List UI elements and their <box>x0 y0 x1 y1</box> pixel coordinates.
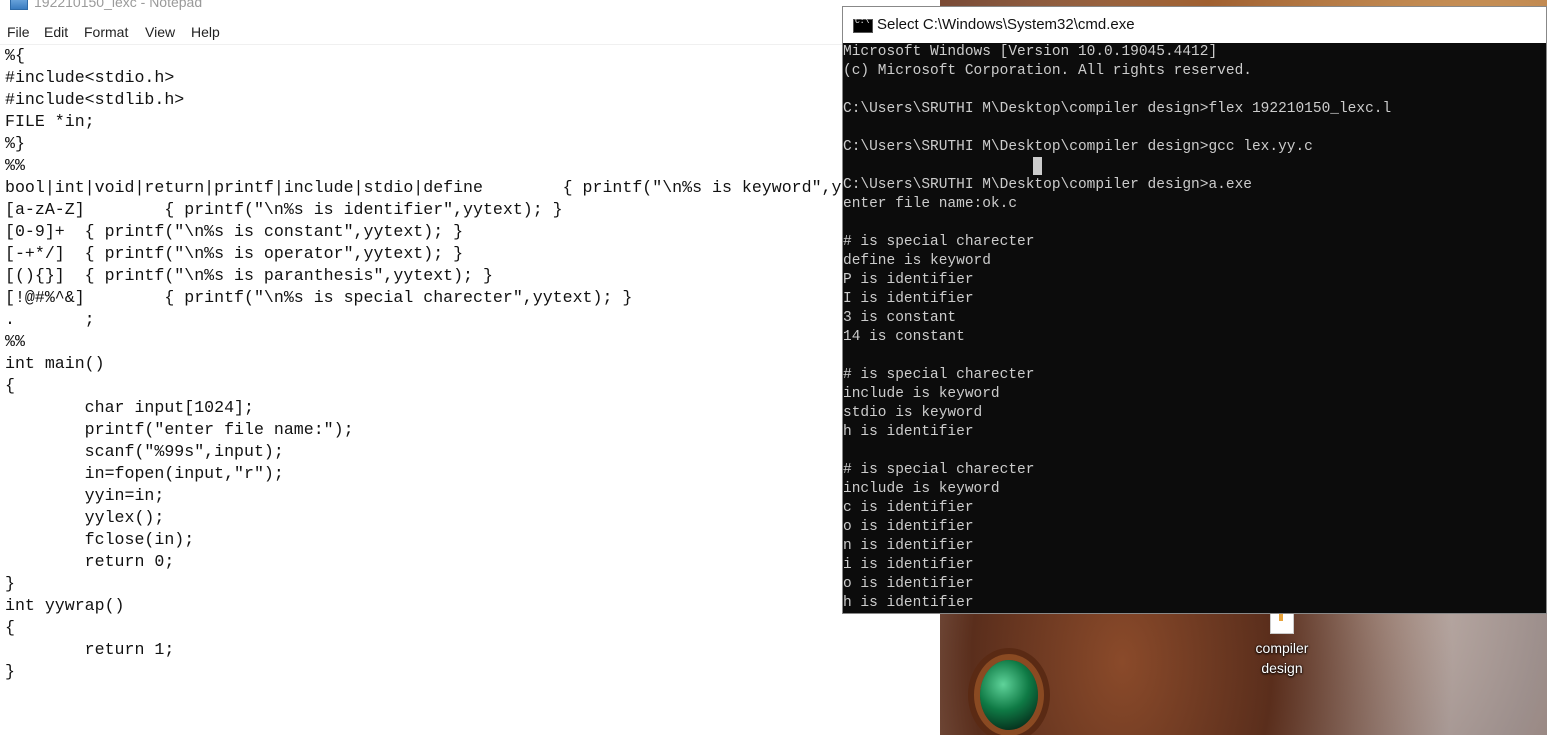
text-cursor <box>1033 157 1042 175</box>
minimize-icon[interactable]: — <box>806 0 820 4</box>
desktop-icon-label: compiler design <box>1255 640 1309 676</box>
menu-file[interactable]: File <box>7 24 30 40</box>
cmd-console-output[interactable]: Microsoft Windows [Version 10.0.19045.44… <box>843 43 1391 613</box>
menu-view[interactable]: View <box>145 24 175 40</box>
desktop-icon-compiler-design[interactable]: compiler design <box>1246 608 1318 678</box>
notepad-title-bar[interactable]: 192210150_lexc - Notepad — <box>0 0 940 12</box>
menu-format[interactable]: Format <box>84 24 128 40</box>
cmd-title-bar[interactable]: Select C:\Windows\System32\cmd.exe <box>843 7 1546 43</box>
wallpaper-gem-decoration <box>980 660 1038 730</box>
notepad-text-editor[interactable]: %{ #include<stdio.h> #include<stdlib.h> … <box>5 45 841 683</box>
notepad-title: 192210150_lexc - Notepad <box>34 0 203 10</box>
menu-edit[interactable]: Edit <box>44 24 68 40</box>
cmd-window[interactable]: Select C:\Windows\System32\cmd.exe Micro… <box>842 6 1547 614</box>
cmd-app-icon <box>853 17 873 33</box>
menu-help[interactable]: Help <box>191 24 220 40</box>
notepad-window[interactable]: 192210150_lexc - Notepad — File Edit For… <box>0 0 940 735</box>
notepad-menu-bar: File Edit Format View Help <box>0 22 940 45</box>
cmd-title: Select C:\Windows\System32\cmd.exe <box>877 16 1135 33</box>
notepad-app-icon <box>10 0 28 10</box>
